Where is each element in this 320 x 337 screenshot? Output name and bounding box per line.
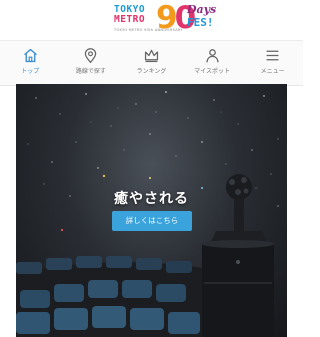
- map-pin-icon: [85, 48, 97, 64]
- nav-label-ranking: ランキング: [136, 68, 167, 75]
- site-logo[interactable]: TOKYO METRO TOKYO METRO 90th ANNIVERSARY…: [0, 0, 303, 40]
- home-icon: [23, 48, 37, 63]
- nav-item-ranking[interactable]: ランキング: [121, 41, 182, 85]
- app-root: TOKYO METRO TOKYO METRO 90th ANNIVERSARY…: [0, 0, 303, 337]
- details-button[interactable]: 詳しくはこちら: [112, 211, 192, 231]
- logo-digit-nine: 9: [156, 0, 178, 36]
- logo-fes: FES!: [187, 16, 214, 29]
- logo-text-metro: METRO: [114, 14, 146, 25]
- nav-item-my-spot[interactable]: マイスポット: [182, 41, 243, 85]
- nav-item-search-by-line[interactable]: 路線で探す: [61, 41, 122, 85]
- hero-title: 癒やされる: [114, 191, 189, 207]
- hero-banner[interactable]: 癒やされる 詳しくはこちら: [16, 84, 287, 337]
- nav-item-top[interactable]: トップ: [0, 41, 61, 85]
- hamburger-menu-icon: [266, 50, 279, 61]
- nav-label-menu: メニュー: [260, 68, 285, 75]
- nav-label-my-spot: マイスポット: [194, 68, 230, 75]
- main-nav: トップ 路線で探す ランキング マイスポット メニュー: [0, 40, 303, 86]
- nav-label-top: トップ: [21, 68, 40, 75]
- nav-item-menu[interactable]: メニュー: [242, 41, 303, 85]
- person-icon: [205, 49, 219, 63]
- logo-tokyo-metro: TOKYO METRO: [114, 5, 158, 25]
- crown-icon: [144, 49, 159, 63]
- nav-label-search-by-line: 路線で探す: [75, 68, 106, 75]
- logo-days: Days: [187, 3, 217, 16]
